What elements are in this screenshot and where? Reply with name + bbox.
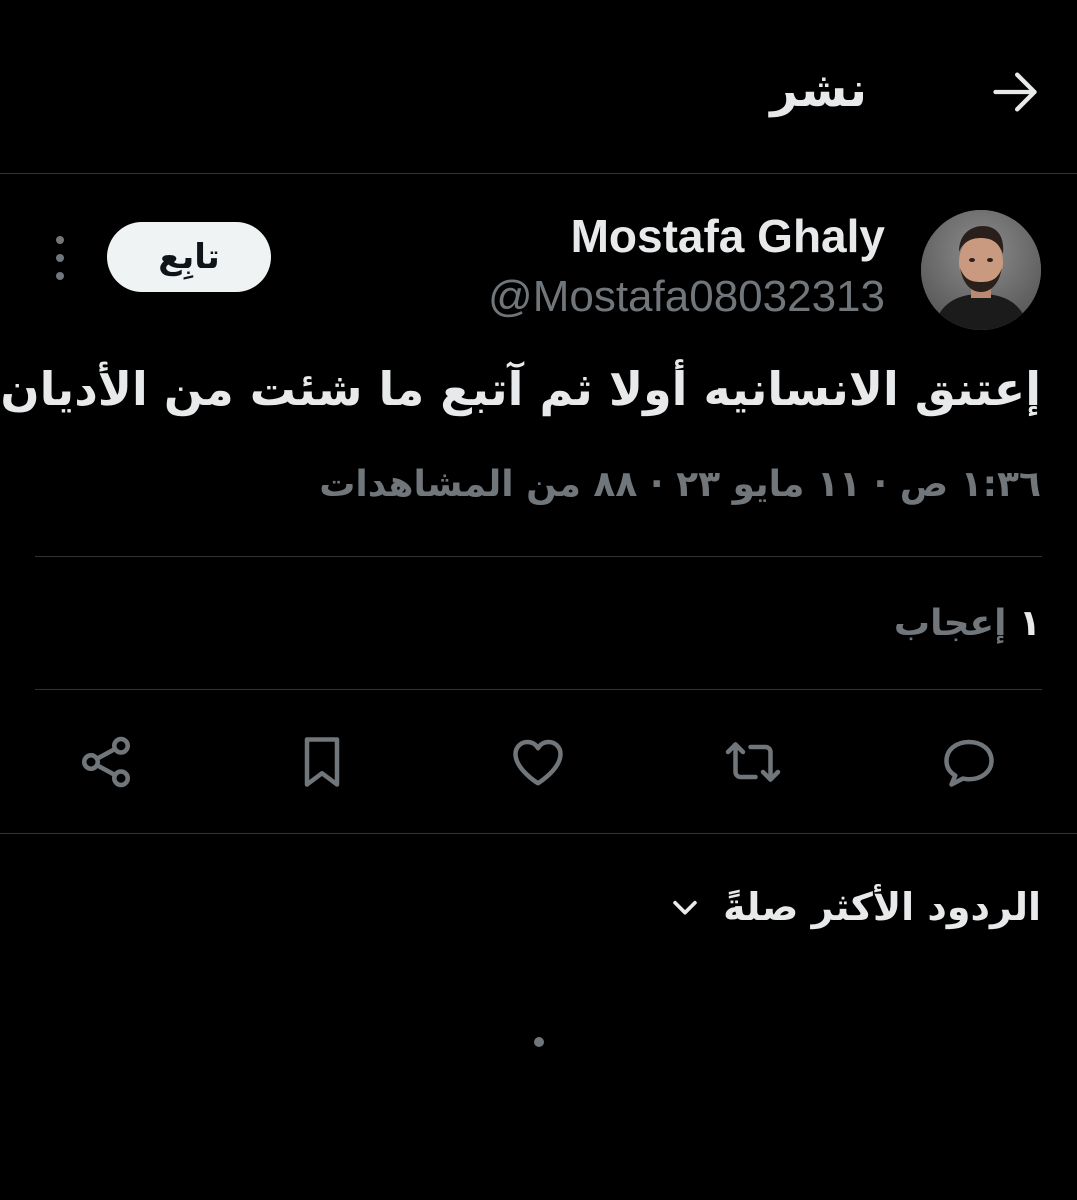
share-icon: [81, 736, 131, 788]
avatar[interactable]: [921, 210, 1041, 330]
more-options-button[interactable]: [40, 236, 80, 280]
replies-sort-dropdown[interactable]: الردود الأكثر صلةً: [665, 877, 1041, 937]
likes-number: ١: [1019, 603, 1041, 644]
follow-button[interactable]: تابِع: [107, 222, 271, 292]
more-dot-icon: [56, 236, 64, 244]
reply-button[interactable]: [937, 730, 1001, 794]
likes-label: إعجاب: [893, 603, 1007, 644]
likes-count[interactable]: ١ إعجاب: [894, 594, 1041, 654]
back-button[interactable]: [983, 60, 1047, 124]
replies-sort-label: الردود الأكثر صلةً: [723, 885, 1041, 929]
avatar-photo: [921, 210, 1041, 330]
reply-icon: [944, 739, 994, 787]
tweet-meta[interactable]: ١:٣٦ ص · ١١ مايو ٢٣ · ٨٨ من المشاهدات: [319, 455, 1041, 515]
retweet-button[interactable]: [721, 730, 785, 794]
more-dot-icon: [56, 254, 64, 262]
loading-indicator: [534, 1037, 544, 1047]
author-handle[interactable]: @Mostafa08032313: [488, 268, 885, 326]
header-divider: [0, 173, 1077, 174]
tweet-text: إعتنق الانسانيه أولا ثم آتبع ما شئت من ا…: [0, 362, 1041, 416]
arrow-back-icon: [993, 72, 1037, 112]
share-button[interactable]: [74, 730, 138, 794]
actions-divider: [0, 833, 1077, 834]
retweet-icon: [725, 742, 781, 782]
bookmark-button[interactable]: [290, 730, 354, 794]
chevron-down-icon: [665, 887, 705, 927]
more-dot-icon: [56, 272, 64, 280]
likes-divider: [35, 689, 1042, 690]
bookmark-icon: [304, 737, 340, 787]
author-name[interactable]: Mostafa Ghaly: [571, 205, 885, 267]
like-icon: [513, 739, 563, 786]
meta-divider: [35, 556, 1042, 557]
like-button[interactable]: [506, 730, 570, 794]
page-title: نشر: [770, 62, 867, 118]
